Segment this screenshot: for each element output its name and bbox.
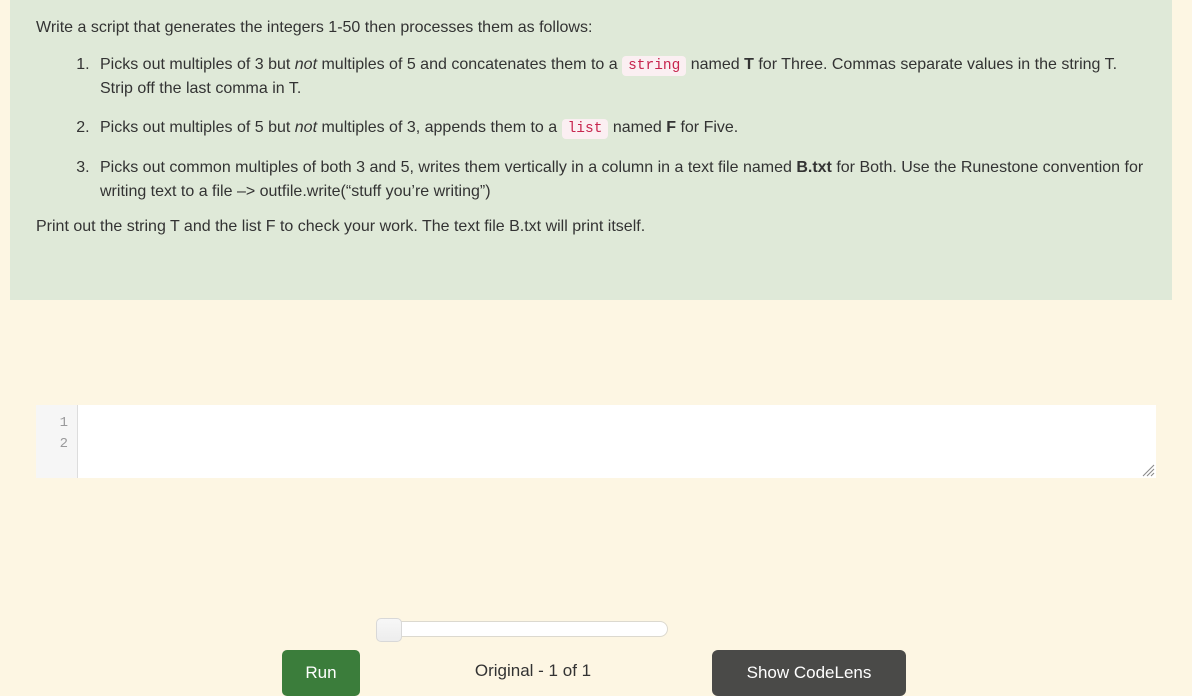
gutter-line-number: 1 bbox=[59, 415, 68, 431]
task-1-bold-token: T bbox=[744, 56, 754, 74]
assignment-outro-text: Print out the string T and the list F to… bbox=[36, 217, 646, 235]
history-slider-handle[interactable] bbox=[376, 618, 402, 642]
task-2-segment-1: Picks out multiples of 5 but bbox=[100, 119, 295, 137]
editor-text-area[interactable] bbox=[79, 405, 1156, 478]
history-slider[interactable] bbox=[376, 618, 668, 642]
task-list-item-3: Picks out common multiples of both 3 and… bbox=[94, 156, 1148, 202]
run-button[interactable]: Run bbox=[282, 650, 360, 696]
task-2-bold-token: F bbox=[666, 119, 677, 137]
task-1-segment-1: Picks out multiples of 3 but bbox=[100, 56, 295, 74]
task-2-segment-3: named bbox=[608, 119, 667, 137]
task-3-bold-token: B.txt bbox=[796, 159, 832, 177]
resize-grip-icon[interactable] bbox=[1139, 461, 1155, 477]
show-codelens-button[interactable]: Show CodeLens bbox=[712, 650, 906, 696]
assignment-intro-text: Write a script that generates the intege… bbox=[36, 19, 593, 36]
task-1-code-token: string bbox=[622, 56, 687, 77]
task-2-code-token: list bbox=[561, 119, 609, 140]
task-list-item-1: Picks out multiples of 3 but not multipl… bbox=[94, 53, 1148, 100]
task-1-segment-3: named bbox=[686, 56, 745, 74]
task-2-segment-4: for Five. bbox=[676, 119, 739, 137]
code-editor[interactable]: 1 2 bbox=[36, 405, 1156, 478]
task-2-segment-2: multiples of 3, appends them to a bbox=[317, 119, 562, 137]
gutter-line-number: 2 bbox=[59, 436, 68, 452]
task-3-segment-1: Picks out common multiples of both 3 and… bbox=[100, 159, 797, 177]
task-2-emphasis: not bbox=[294, 119, 318, 137]
assignment-question-panel: Write a script that generates the intege… bbox=[10, 0, 1172, 300]
task-1-segment-2: multiples of 5 and concatenates them to … bbox=[317, 56, 623, 74]
version-label: Original - 1 of 1 bbox=[474, 661, 592, 680]
activecode-controls: Run Original - 1 of 1 Show CodeLens bbox=[0, 300, 1192, 696]
editor-gutter: 1 2 bbox=[36, 405, 78, 478]
assignment-task-list: Picks out multiples of 3 but not multipl… bbox=[36, 53, 1148, 203]
task-list-item-2: Picks out multiples of 5 but not multipl… bbox=[94, 116, 1148, 140]
task-1-emphasis: not bbox=[294, 56, 318, 74]
